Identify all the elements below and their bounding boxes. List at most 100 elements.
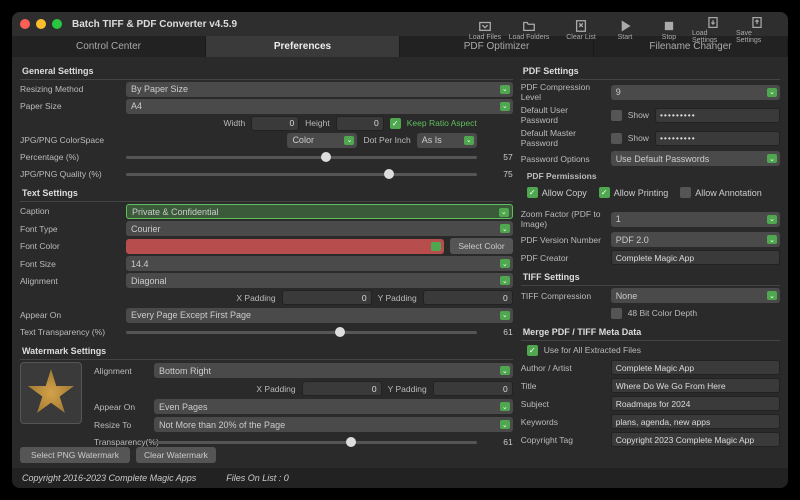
select-color-button[interactable]: Select Color (450, 238, 512, 254)
pdf-compression-label: PDF Compression Level (521, 82, 605, 102)
text-alignment-select[interactable]: Diagonal⌄ (126, 273, 513, 288)
text-ypad-field[interactable] (423, 290, 513, 305)
author-field[interactable] (611, 360, 780, 375)
close-icon[interactable] (20, 19, 30, 29)
clear-watermark-button[interactable]: Clear Watermark (136, 447, 216, 463)
quality-slider[interactable] (126, 167, 477, 181)
wm-alignment-select[interactable]: Bottom Right⌄ (154, 363, 513, 378)
load-folders-button[interactable]: Load Folders (508, 16, 550, 44)
pdf-compression-select[interactable]: 9⌄ (611, 85, 780, 100)
font-color-label: Font Color (20, 241, 120, 251)
text-appear-on-select[interactable]: Every Page Except First Page⌄ (126, 308, 513, 323)
text-xpad-label: X Padding (236, 293, 275, 303)
clear-list-button[interactable]: Clear List (560, 16, 602, 44)
user-pw-field[interactable] (655, 108, 780, 123)
text-settings-header: Text Settings (20, 185, 513, 202)
pdf-creator-label: PDF Creator (521, 253, 605, 263)
start-button[interactable]: Start (604, 16, 646, 44)
text-transparency-label: Text Transparency (%) (20, 327, 120, 337)
tiff-settings-header: TIFF Settings (521, 269, 780, 286)
meta-header: Merge PDF / TIFF Meta Data (521, 324, 780, 341)
caption-select[interactable]: Private & Confidential⌄ (126, 204, 513, 219)
wm-transparency-slider[interactable] (154, 435, 477, 449)
percentage-value: 57 (483, 152, 513, 162)
text-xpad-field[interactable] (282, 290, 372, 305)
master-pw-field[interactable] (655, 131, 780, 146)
files-on-list-value: 0 (284, 473, 289, 483)
zoom-label: Zoom Factor (PDF to Image) (521, 209, 605, 229)
color-depth-label: 48 Bit Color Depth (628, 308, 697, 318)
font-color-swatch[interactable] (126, 239, 444, 254)
font-type-label: Font Type (20, 224, 120, 234)
width-field[interactable] (251, 116, 299, 131)
load-settings-button[interactable]: Load Settings (692, 16, 734, 44)
zoom-icon[interactable] (52, 19, 62, 29)
height-field[interactable] (336, 116, 384, 131)
author-label: Author / Artist (521, 363, 605, 373)
quality-label: JPG/PNG Quality (%) (20, 169, 120, 179)
show-user-pw-checkbox[interactable] (611, 110, 622, 121)
footer: Copyright 2016-2023 Complete Magic Apps … (12, 468, 788, 488)
text-alignment-label: Alignment (20, 276, 120, 286)
keywords-field[interactable] (611, 414, 780, 429)
meta-title-field[interactable] (611, 378, 780, 393)
resizing-method-select[interactable]: By Paper Size⌄ (126, 82, 513, 97)
load-files-button[interactable]: Load Files (464, 16, 506, 44)
keep-ratio-checkbox[interactable]: ✓ (390, 118, 401, 129)
colorspace-label: JPG/PNG ColorSpace (20, 135, 120, 145)
height-label: Height (305, 118, 330, 128)
watermark-settings-header: Watermark Settings (20, 343, 513, 360)
wm-transparency-label: Transparency(%) (88, 437, 148, 447)
pw-options-select[interactable]: Use Default Passwords⌄ (611, 151, 780, 166)
wm-resize-select[interactable]: Not More than 20% of the Page⌄ (154, 417, 513, 432)
pdf-settings-header: PDF Settings (521, 63, 780, 80)
tiff-compression-select[interactable]: None⌄ (611, 288, 780, 303)
colorspace-select[interactable]: Color⌄ (287, 133, 357, 148)
allow-printing-checkbox[interactable]: ✓ (599, 187, 610, 198)
wm-xpad-field[interactable] (302, 381, 382, 396)
wm-resize-label: Resize To (88, 420, 148, 430)
copyright-label: Copyright Tag (521, 435, 605, 445)
master-pw-label: Default Master Password (521, 128, 605, 148)
save-settings-button[interactable]: Save Settings (736, 16, 778, 44)
footer-copyright: Copyright 2016-2023 Complete Magic Apps (22, 473, 196, 483)
copyright-field[interactable] (611, 432, 780, 447)
pdf-creator-field[interactable] (611, 250, 780, 265)
wm-ypad-field[interactable] (433, 381, 513, 396)
percentage-label: Percentage (%) (20, 152, 120, 162)
percentage-slider[interactable] (126, 150, 477, 164)
wm-appear-on-select[interactable]: Even Pages⌄ (154, 399, 513, 414)
font-size-select[interactable]: 14.4⌄ (126, 256, 513, 271)
select-png-watermark-button[interactable]: Select PNG Watermark (20, 447, 130, 463)
general-settings-header: General Settings (20, 63, 513, 80)
keywords-label: Keywords (521, 417, 605, 427)
pw-options-label: Password Options (521, 154, 605, 164)
app-title: Batch TIFF & PDF Converter v4.5.9 (72, 19, 237, 30)
use-all-extracted-checkbox[interactable]: ✓ (527, 345, 538, 356)
app-window: Batch TIFF & PDF Converter v4.5.9 Load F… (12, 12, 788, 488)
text-appear-on-label: Appear On (20, 310, 120, 320)
minimize-icon[interactable] (36, 19, 46, 29)
wm-ypad-label: Y Padding (388, 384, 427, 394)
width-label: Width (223, 118, 245, 128)
stop-button[interactable]: Stop (648, 16, 690, 44)
resizing-method-label: Resizing Method (20, 84, 120, 94)
allow-copy-checkbox[interactable]: ✓ (527, 187, 538, 198)
dpi-select[interactable]: As Is⌄ (417, 133, 477, 148)
zoom-select[interactable]: 1⌄ (611, 212, 780, 227)
files-on-list-label: Files On List : (226, 473, 281, 483)
tab-control-center[interactable]: Control Center (12, 36, 206, 57)
wm-alignment-label: Alignment (88, 366, 148, 376)
allow-annotation-checkbox[interactable] (680, 187, 691, 198)
wm-transparency-value: 61 (483, 437, 513, 447)
paper-size-select[interactable]: A4⌄ (126, 99, 513, 114)
font-type-select[interactable]: Courier⌄ (126, 221, 513, 236)
subject-field[interactable] (611, 396, 780, 411)
text-ypad-label: Y Padding (378, 293, 417, 303)
color-depth-checkbox[interactable] (611, 308, 622, 319)
text-transparency-slider[interactable] (126, 325, 477, 339)
tab-preferences[interactable]: Preferences (206, 36, 400, 57)
quality-value: 75 (483, 169, 513, 179)
pdf-version-select[interactable]: PDF 2.0⌄ (611, 232, 780, 247)
show-master-pw-checkbox[interactable] (611, 133, 622, 144)
